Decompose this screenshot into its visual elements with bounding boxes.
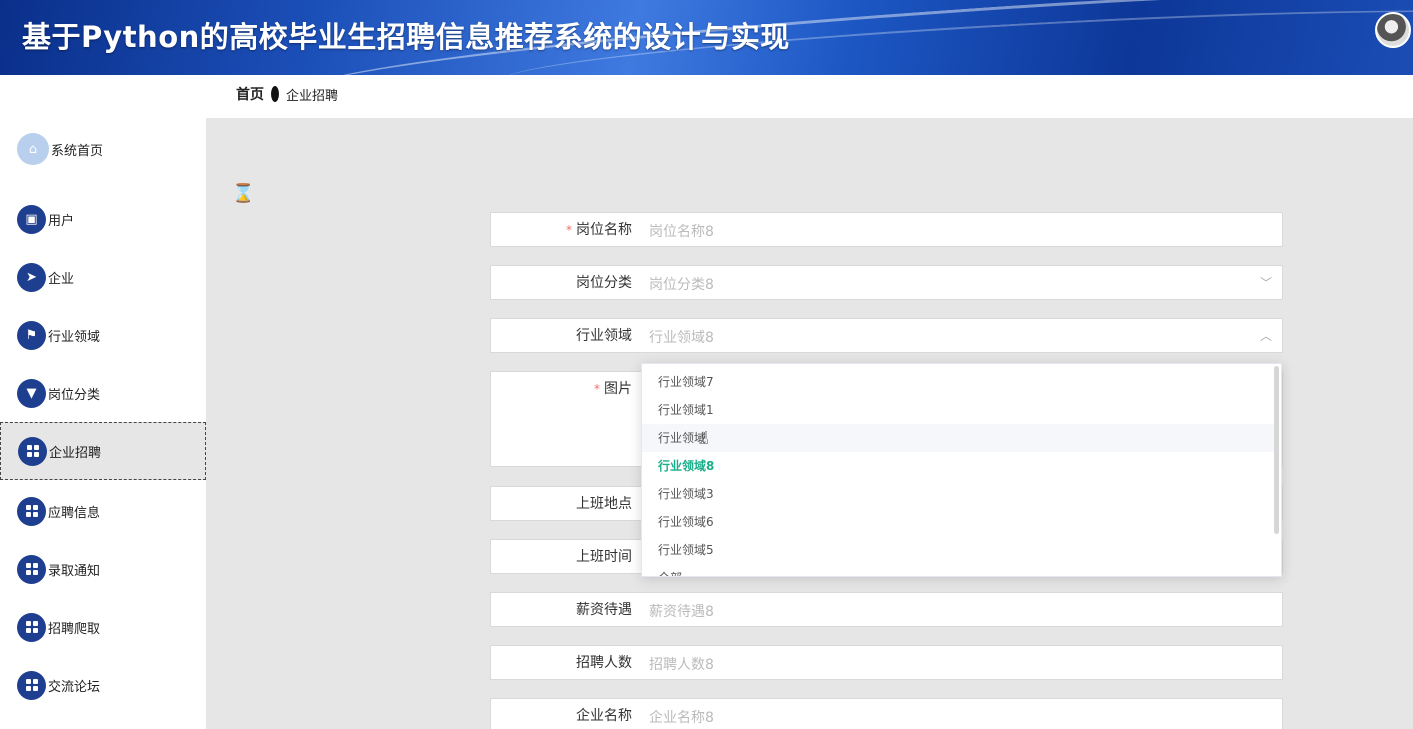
app-title: 基于Python的高校毕业生招聘信息推荐系统的设计与实现 bbox=[22, 20, 790, 54]
breadcrumb-separator-icon bbox=[271, 86, 279, 102]
sidebar-item-industry[interactable]: ⚑ 行业领域 bbox=[0, 306, 206, 364]
dropdown-option[interactable]: 行业领域5 bbox=[642, 536, 1276, 564]
grid-icon bbox=[18, 436, 47, 466]
dropdown-option[interactable]: 行业领域6 bbox=[642, 508, 1276, 536]
company-name-input[interactable]: 企业名称8 bbox=[649, 707, 1249, 727]
sidebar-item-label: 行业领域 bbox=[48, 329, 101, 345]
grid-icon bbox=[17, 670, 46, 700]
job-category-label: 岗位分类 bbox=[576, 275, 632, 291]
sidebar-item-label: 应聘信息 bbox=[48, 505, 101, 521]
breadcrumb-current: 企业招聘 bbox=[286, 88, 339, 104]
dropdown-option[interactable]: 行业领域3 bbox=[642, 480, 1276, 508]
home-icon: ⌂ bbox=[17, 133, 49, 165]
hand-cursor-icon: ☝ bbox=[698, 428, 709, 449]
required-mark: * bbox=[594, 382, 600, 396]
job-name-label: * 岗位名称 bbox=[566, 222, 632, 238]
dropdown-option[interactable]: 行业领域1 bbox=[642, 396, 1276, 424]
form-row-company-name: 企业名称 企业名称8 bbox=[490, 698, 1283, 729]
salary-label: 薪资待遇 bbox=[576, 602, 632, 618]
sidebar-item-home[interactable]: ⌂ 系统首页 bbox=[0, 120, 206, 178]
sidebar-item-users[interactable]: ▣ 用户 bbox=[0, 190, 206, 248]
industry-select[interactable]: 行业领域8 bbox=[649, 327, 1249, 347]
grid-icon bbox=[17, 554, 46, 584]
busy-cursor-icon: ⌛ bbox=[232, 183, 255, 204]
job-category-select[interactable]: 岗位分类8 bbox=[649, 274, 1249, 294]
user-avatar[interactable] bbox=[1375, 12, 1411, 48]
sidebar-item-company[interactable]: ➤ 企业 bbox=[0, 248, 206, 306]
sidebar: ⌂ 系统首页 ▣ 用户 ➤ 企业 ⚑ 行业领域 ▼ 岗位分类 企业招聘 应聘信息… bbox=[0, 75, 206, 729]
sidebar-item-label: 招聘爬取 bbox=[48, 621, 101, 637]
form-row-job-category: 岗位分类 岗位分类8 ﹀ bbox=[490, 265, 1283, 300]
sidebar-item-recruitment[interactable]: 企业招聘 bbox=[0, 422, 206, 480]
form-row-salary: 薪资待遇 薪资待遇8 bbox=[490, 592, 1283, 627]
paper-plane-icon: ➤ bbox=[17, 262, 46, 292]
grid-icon bbox=[17, 496, 46, 526]
sidebar-item-label: 系统首页 bbox=[51, 143, 104, 159]
sidebar-item-label: 交流论坛 bbox=[48, 679, 101, 695]
company-name-label: 企业名称 bbox=[576, 708, 632, 724]
chevron-down-icon[interactable]: ﹀ bbox=[1260, 274, 1272, 291]
dropdown-option[interactable]: 行业领域7 bbox=[642, 368, 1276, 396]
breadcrumb-home[interactable]: 首页 bbox=[236, 84, 264, 104]
form-row-headcount: 招聘人数 招聘人数8 bbox=[490, 645, 1283, 680]
app-header: 基于Python的高校毕业生招聘信息推荐系统的设计与实现 bbox=[0, 0, 1413, 75]
industry-label: 行业领域 bbox=[576, 328, 632, 344]
job-name-input[interactable]: 岗位名称8 bbox=[649, 221, 1249, 241]
form-row-industry: 行业领域 行业领域8 ︿ bbox=[490, 318, 1283, 353]
sidebar-item-crawler[interactable]: 招聘爬取 bbox=[0, 598, 206, 656]
headcount-input[interactable]: 招聘人数8 bbox=[649, 654, 1249, 674]
sidebar-item-job-category[interactable]: ▼ 岗位分类 bbox=[0, 364, 206, 422]
sidebar-item-label: 企业 bbox=[48, 271, 75, 287]
headcount-label: 招聘人数 bbox=[576, 655, 632, 671]
sidebar-item-label: 岗位分类 bbox=[48, 387, 101, 403]
industry-dropdown: 行业领域7 行业领域1 行业领域 行业领域8 行业领域3 行业领域6 行业领域5… bbox=[641, 363, 1282, 577]
form-row-job-name: * 岗位名称 岗位名称8 bbox=[490, 212, 1283, 247]
salary-input[interactable]: 薪资待遇8 bbox=[649, 601, 1249, 621]
dropdown-scrollbar[interactable] bbox=[1274, 366, 1279, 534]
image-label: * 图片 bbox=[594, 381, 632, 397]
chevron-up-icon[interactable]: ︿ bbox=[1260, 327, 1272, 344]
breadcrumb: 首页 企业招聘 bbox=[236, 84, 338, 104]
sidebar-item-forum[interactable]: 交流论坛 bbox=[0, 656, 206, 714]
dropdown-option-hovered[interactable]: 行业领域 bbox=[642, 424, 1276, 452]
work-time-label: 上班时间 bbox=[576, 549, 632, 565]
dropdown-option-selected[interactable]: 行业领域8 bbox=[642, 452, 1276, 480]
sidebar-item-label: 企业招聘 bbox=[49, 445, 102, 461]
flag-icon: ⚑ bbox=[17, 320, 46, 350]
required-mark: * bbox=[566, 223, 572, 237]
sidebar-item-label: 用户 bbox=[48, 213, 75, 229]
pin-icon: ▼ bbox=[17, 378, 46, 408]
work-location-label: 上班地点 bbox=[576, 496, 632, 512]
grid-icon bbox=[17, 612, 46, 642]
sidebar-item-label: 录取通知 bbox=[48, 563, 101, 579]
clipboard-icon: ▣ bbox=[17, 204, 46, 234]
dropdown-option-partial[interactable]: 全部 bbox=[642, 564, 1276, 576]
sidebar-item-applications[interactable]: 应聘信息 bbox=[0, 482, 206, 540]
sidebar-item-offers[interactable]: 录取通知 bbox=[0, 540, 206, 598]
